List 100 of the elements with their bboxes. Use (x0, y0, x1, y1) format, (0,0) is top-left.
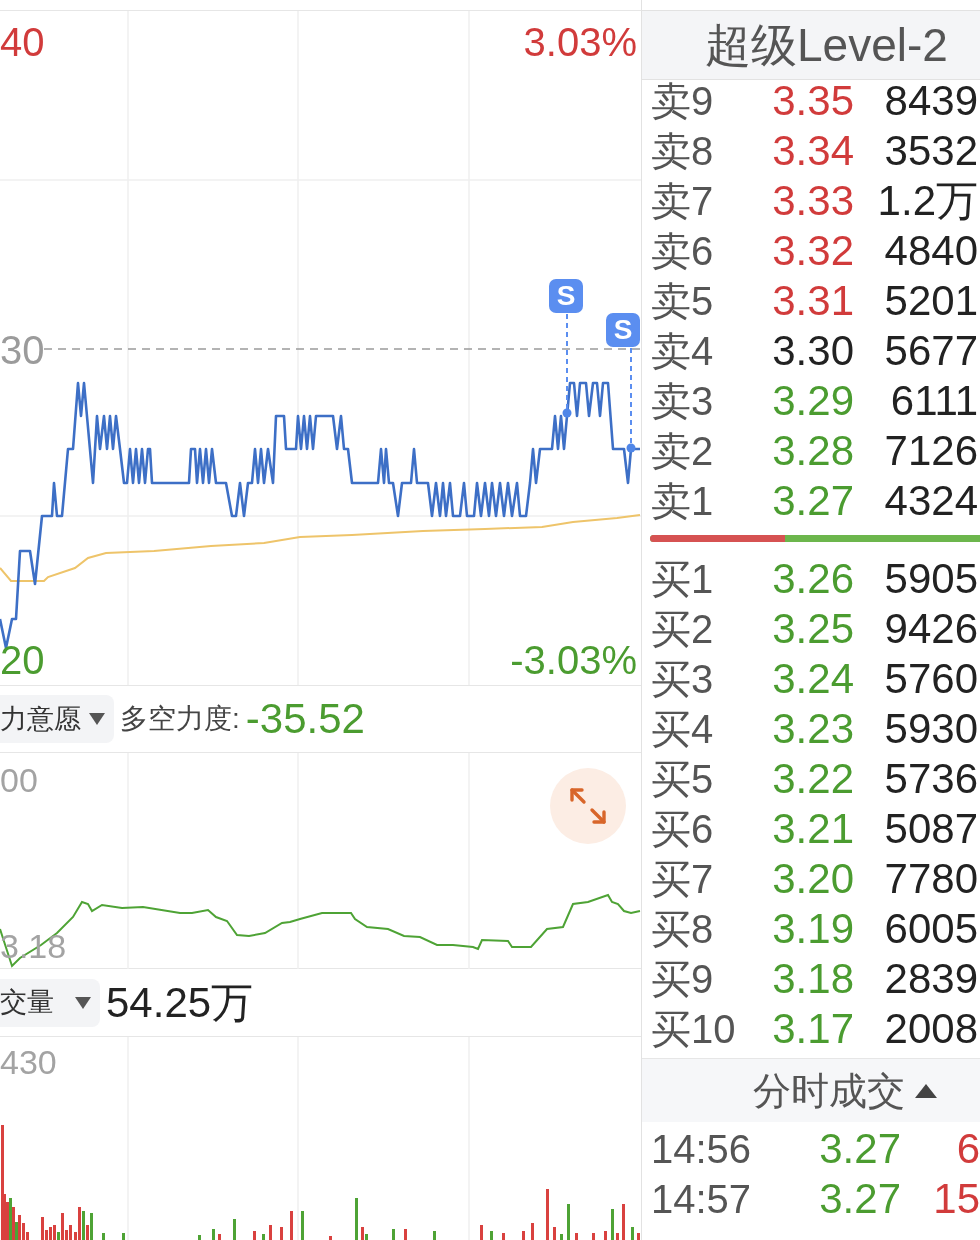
volume-bar (622, 1204, 625, 1240)
volume-bar (392, 1229, 395, 1240)
indicator-value: 54.25万 (106, 981, 254, 1024)
order-price: 3.25 (772, 608, 854, 650)
order-price: 3.34 (772, 130, 854, 172)
volume-bar (546, 1189, 549, 1240)
trade-volume: 6 (955, 1128, 980, 1170)
volume-bar (329, 1236, 332, 1240)
order-price: 3.35 (772, 80, 854, 122)
order-volume: 5930 (883, 708, 979, 750)
volume-bar (102, 1233, 105, 1240)
volume-bar (290, 1211, 293, 1240)
caret-down-icon (89, 713, 105, 725)
volume-bar (355, 1198, 358, 1240)
order-price: 3.22 (772, 758, 854, 800)
volume-bar (212, 1229, 215, 1240)
order-price: 3.31 (772, 280, 854, 322)
order-volume: 4324 (883, 480, 979, 522)
volume-bar (631, 1227, 634, 1240)
order-volume: 5905 (883, 558, 979, 600)
order-price: 3.32 (772, 230, 854, 272)
order-level-label: 买5 (651, 758, 714, 800)
volume-bar (616, 1233, 619, 1240)
order-price: 3.21 (772, 808, 854, 850)
order-volume: 5677 (883, 330, 979, 372)
axis-label: 430 (0, 1045, 57, 1079)
volume-bar (233, 1219, 236, 1240)
order-volume: 7780 (883, 858, 979, 900)
order-volume: 4840 (883, 230, 979, 272)
axis-label: 20 (0, 640, 45, 680)
trade-price: 3.27 (818, 1128, 901, 1170)
volume-bar (433, 1231, 436, 1240)
volume-bar (560, 1234, 563, 1240)
volume-bar (122, 1233, 125, 1240)
order-price: 3.29 (772, 380, 854, 422)
order-volume: 3532 (883, 130, 979, 172)
order-volume: 5760 (883, 658, 979, 700)
volume-bar (611, 1209, 614, 1240)
order-price: 3.18 (772, 958, 854, 1000)
volume-bar (404, 1229, 407, 1240)
order-volume: 1.2万 (876, 180, 979, 222)
indicator-selector[interactable]: 力意愿 (0, 695, 114, 743)
indicator-label: 多空力度: (120, 705, 240, 733)
axis-label: 00 (0, 763, 38, 797)
order-volume: 5087 (883, 808, 979, 850)
order-volume: 6111 (889, 380, 979, 422)
order-price: 3.28 (772, 430, 854, 472)
trade-time: 14:57 (650, 1178, 753, 1220)
order-level-label: 卖5 (651, 280, 714, 322)
caret-down-icon (75, 996, 91, 1009)
indicator-selector[interactable]: 交量 (0, 978, 100, 1027)
order-volume: 5736 (883, 758, 979, 800)
trade-price: 3.27 (818, 1178, 901, 1220)
trade-volume: 15 (932, 1178, 980, 1220)
order-volume: 2008 (883, 1008, 979, 1050)
caret-up-icon (915, 1083, 937, 1098)
order-level-label: 卖3 (651, 380, 714, 422)
order-level-label: 买7 (651, 858, 714, 900)
order-level-label: 卖4 (651, 330, 714, 372)
trade-marker-badge: S (606, 313, 640, 347)
order-level-label: 卖7 (651, 180, 714, 222)
order-volume: 2839 (883, 958, 979, 1000)
order-volume: 8439 (883, 80, 979, 122)
order-price: 3.23 (772, 708, 854, 750)
axis-label: 40 (0, 22, 45, 62)
order-price: 3.26 (772, 558, 854, 600)
order-volume: 9426 (883, 608, 979, 650)
order-price: 3.19 (772, 908, 854, 950)
order-volume: 6005 (883, 908, 979, 950)
volume-bar (280, 1227, 283, 1240)
order-price: 3.17 (772, 1008, 854, 1050)
volume-bar (567, 1204, 570, 1240)
order-level-label: 卖2 (651, 430, 714, 472)
volume-bar (218, 1234, 221, 1240)
order-level-label: 买4 (651, 708, 714, 750)
order-level-label: 卖8 (651, 130, 714, 172)
order-book-title: 超级Level-2 (705, 22, 948, 68)
volume-bar (604, 1231, 607, 1240)
volume-bar (198, 1235, 201, 1240)
order-level-label: 买9 (651, 958, 714, 1000)
order-level-label: 买6 (651, 808, 714, 850)
volume-bar (269, 1225, 272, 1240)
order-level-label: 卖1 (651, 480, 714, 522)
order-price: 3.27 (772, 480, 854, 522)
volume-bar (262, 1234, 265, 1240)
trade-time: 14:56 (650, 1128, 753, 1170)
order-price: 3.33 (772, 180, 854, 222)
volume-bar (592, 1233, 595, 1240)
expand-icon (569, 787, 607, 825)
axis-label: 3.03% (523, 22, 637, 62)
volume-bar (575, 1233, 578, 1240)
order-level-label: 卖9 (651, 80, 714, 122)
axis-label: -3.03% (510, 640, 637, 680)
order-price: 3.20 (772, 858, 854, 900)
volume-bar (480, 1225, 483, 1240)
order-level-label: 卖6 (651, 230, 714, 272)
order-volume: 5201 (883, 280, 979, 322)
order-price: 3.24 (772, 658, 854, 700)
axis-label: 30 (0, 330, 45, 370)
indicator-value: -35.52 (245, 698, 365, 740)
